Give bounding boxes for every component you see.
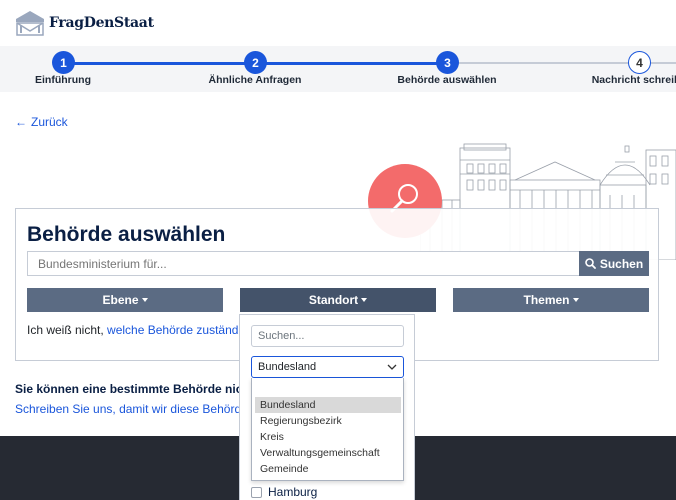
caret-down-icon xyxy=(361,298,368,302)
standort-dropdown: Suchen... Bundesland Bundesland Regierun… xyxy=(239,314,415,500)
level-options-list: Bundesland Regierungsbezirk Kreis Verwal… xyxy=(251,378,404,481)
filter-standort-label: Standort xyxy=(308,293,359,307)
checkbox[interactable] xyxy=(251,486,262,498)
back-link-label: Zurück xyxy=(31,115,68,129)
info-heading: Sie können eine bestimmte Behörde nicht … xyxy=(15,382,272,396)
search-button[interactable]: Suchen xyxy=(579,251,649,276)
filter-themen-label: Themen xyxy=(523,293,570,307)
filter-row: Ebene Standort Themen xyxy=(27,288,649,312)
chevron-down-icon xyxy=(387,364,397,370)
caret-down-icon xyxy=(141,298,148,302)
search-button-label: Suchen xyxy=(599,256,644,271)
site-header: FragDenStaat xyxy=(0,0,676,46)
option-kreis[interactable]: Kreis xyxy=(255,429,401,445)
logo[interactable]: FragDenStaat xyxy=(14,9,154,37)
search-row: Suchen xyxy=(27,251,649,276)
filter-standort-button[interactable]: Standort xyxy=(240,288,436,312)
step-1-label: Einführung xyxy=(35,74,91,86)
back-link[interactable]: ← Zurück xyxy=(15,115,68,129)
panel-title: Behörde auswählen xyxy=(27,223,226,246)
step-2-circle[interactable]: 2 xyxy=(244,51,267,74)
step-1-circle[interactable]: 1 xyxy=(52,51,75,74)
option-bundesland[interactable]: Bundesland xyxy=(255,397,401,413)
option-gemeinde[interactable]: Gemeinde xyxy=(255,461,401,477)
search-icon xyxy=(585,258,596,269)
step-3-circle[interactable]: 3 xyxy=(436,51,459,74)
hint-prefix: Ich weiß nicht, xyxy=(27,323,108,337)
level-select-value: Bundesland xyxy=(258,361,317,373)
arrow-left-icon: ← xyxy=(15,115,27,129)
hint-text: Ich weiß nicht, welche Behörde zuständig xyxy=(27,323,248,337)
level-select[interactable]: Bundesland xyxy=(251,356,404,378)
caret-down-icon xyxy=(572,298,579,302)
option-regierungsbezirk[interactable]: Regierungsbezirk xyxy=(255,413,401,429)
option-verwaltungsgemeinschaft[interactable]: Verwaltungsgemeinschaft xyxy=(255,445,401,461)
logo-icon xyxy=(16,11,44,36)
filter-themen-button[interactable]: Themen xyxy=(453,288,649,312)
brand-name: FragDenStaat xyxy=(49,15,154,31)
info-contact-link[interactable]: Schreiben Sie uns, damit wir diese Behör… xyxy=(15,402,260,416)
step-2-label: Ähnliche Anfragen xyxy=(208,74,302,86)
dropdown-search-input[interactable]: Suchen... xyxy=(251,325,404,347)
filter-ebene-button[interactable]: Ebene xyxy=(27,288,223,312)
hint-link[interactable]: welche Behörde zuständig xyxy=(107,323,248,337)
step-3-label: Behörde auswählen xyxy=(397,74,497,86)
progress-steps: 1 Einführung 2 Ähnliche Anfragen 3 Behör… xyxy=(0,46,676,92)
checkbox-label: Hamburg xyxy=(268,485,318,499)
step-4-circle[interactable]: 4 xyxy=(628,51,651,74)
search-input[interactable] xyxy=(27,251,579,276)
filter-ebene-label: Ebene xyxy=(102,293,139,307)
step-4-label: Nachricht schreibe xyxy=(591,74,676,86)
checkbox-item-hamburg[interactable]: Hamburg xyxy=(251,483,411,500)
